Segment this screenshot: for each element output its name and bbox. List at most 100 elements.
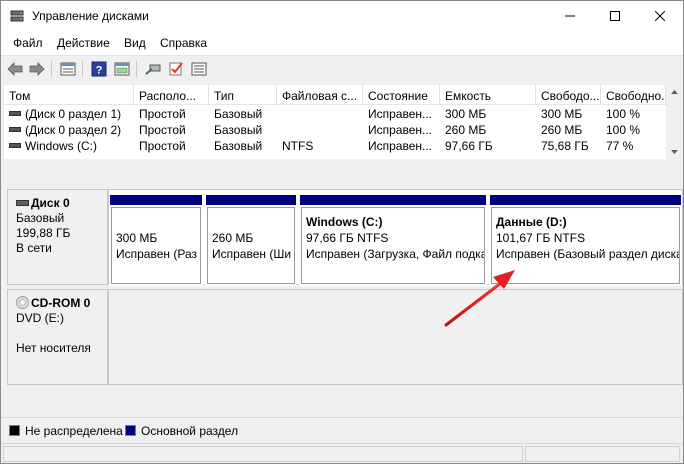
volume-row[interactable]: (Диск 0 раздел 1) Простой Базовый Исправ… [4,106,666,122]
toolbar-separator [82,61,83,77]
close-icon [655,11,665,21]
volume-free-cell: 260 МБ [541,123,583,137]
legend-primary-swatch [125,425,136,436]
connect-button[interactable] [144,60,162,78]
column-header-type[interactable]: Тип [209,85,277,105]
disk-graphical-view: Диск 0 Базовый 199,88 ГБ В сети 300 МБ И… [4,185,683,413]
volume-status-cell: Исправен... [368,139,433,153]
partition-name [212,214,294,230]
partition-size: 101,67 ГБ NTFS [496,231,586,245]
cdrom-0-status: Нет носителя [16,341,91,355]
toolbar-separator [51,61,52,77]
volume-status-cell: Исправен... [368,107,433,121]
back-arrow-icon [7,62,23,76]
status-bar [1,443,683,463]
status-cell [525,446,680,462]
check-button[interactable] [167,60,185,78]
column-header-volume[interactable]: Том [4,85,134,105]
forward-button[interactable] [28,60,46,78]
volume-filesystem-cell [277,106,363,122]
help-button[interactable]: ? [90,60,108,78]
disk-list-icon [60,62,76,76]
disk-0-partitions: 300 МБ Исправен (Раз 260 МБ Исправен (Ши… [108,189,683,286]
disk-0-type: Базовый [16,211,65,225]
column-header-free-space[interactable]: Свободо... [536,85,601,105]
cdrom-0-drive: DVD (E:) [16,311,64,325]
menu-help[interactable]: Справка [160,36,207,50]
partition-data-d[interactable]: Данные (D:) 101,67 ГБ NTFS Исправен (Баз… [489,194,682,286]
volume-icon [9,111,21,117]
partition-size: 300 МБ [116,231,158,245]
check-icon [169,62,183,76]
disk-0-size: 199,88 ГБ [16,226,71,240]
menu-view[interactable]: Вид [124,36,146,50]
partition-windows-c[interactable]: Windows (C:) 97,66 ГБ NTFS Исправен (Заг… [299,194,487,286]
disk-0-label[interactable]: Диск 0 Базовый 199,88 ГБ В сети [7,189,108,285]
settings-list-button[interactable] [190,60,208,78]
partition-1[interactable]: 300 МБ Исправен (Раз [109,194,203,286]
menu-action[interactable]: Действие [57,36,110,50]
connect-icon [145,64,161,75]
column-header-status[interactable]: Состояние [363,85,440,105]
partition-2[interactable]: 260 МБ Исправен (Ши [205,194,297,286]
volume-name-cell: Windows (C:) [4,138,134,154]
volume-type-cell: Базовый [214,123,263,137]
volume-name-cell: (Диск 0 раздел 2) [4,122,134,138]
volume-free-cell: 75,68 ГБ [541,139,589,153]
volume-status-cell: Исправен... [368,123,433,137]
cd-rom-icon [16,296,29,310]
partition-state: Исправен (Ши [212,247,292,261]
partition-bar [489,194,682,206]
disk-0-name: Диск 0 [31,196,70,210]
forward-arrow-icon [29,62,45,76]
volume-layout-cell: Простой [139,139,186,153]
legend: Не распределена Основной раздел [1,417,683,443]
partition-bar [205,194,297,206]
help-icon: ? [91,61,107,77]
volume-free-cell: 300 МБ [541,107,583,121]
close-button[interactable] [637,1,683,31]
volume-list-scrollbar[interactable] [666,85,683,159]
maximize-icon [610,11,620,21]
cdrom-0-name: CD-ROM 0 [31,296,91,310]
settings-list-icon [191,62,207,76]
partition-size: 260 МБ [212,231,254,245]
toolbar-separator [136,61,137,77]
volume-type-cell: Базовый [214,107,263,121]
volume-capacity-cell: 260 МБ [445,123,487,137]
minimize-button[interactable] [547,1,593,31]
column-header-layout[interactable]: Располо... [134,85,209,105]
volume-layout-cell: Простой [139,123,186,137]
pane-splitter[interactable] [1,161,683,183]
disk-list-button[interactable] [59,60,77,78]
back-button[interactable] [6,60,24,78]
menu-file[interactable]: Файл [13,36,43,50]
volume-row[interactable]: (Диск 0 раздел 2) Простой Базовый Исправ… [4,122,666,138]
partition-details: 260 МБ Исправен (Ши [207,207,295,284]
partition-state: Исправен (Раз [116,247,197,261]
cdrom-0-area[interactable] [108,289,683,385]
minimize-icon [565,15,575,17]
hard-disk-icon [16,199,29,206]
column-header-free-percent[interactable]: Свободно... [601,85,666,105]
title-bar[interactable]: Управление дисками [1,1,683,31]
volume-filesystem-cell: NTFS [282,139,314,153]
partition-details: Данные (D:) 101,67 ГБ NTFS Исправен (Баз… [491,207,680,284]
partition-state: Исправен (Базовый раздел диска [496,247,680,261]
partition-name: Windows (C:) [306,215,383,229]
window-title: Управление дисками [32,9,149,23]
column-header-filesystem[interactable]: Файловая с... [277,85,363,105]
menu-bar: Файл Действие Вид Справка [1,31,683,55]
volume-list[interactable]: Том Располо... Тип Файловая с... Состоян… [4,85,666,159]
partition-name [116,214,200,230]
volume-row[interactable]: Windows (C:) Простой Базовый NTFS Исправ… [4,138,666,154]
column-header-capacity[interactable]: Емкость [440,85,536,105]
cdrom-0-label[interactable]: CD-ROM 0 DVD (E:) Нет носителя [7,289,108,385]
volume-free-percent-cell: 100 % [606,123,641,137]
toolbar: ? [1,55,683,81]
maximize-button[interactable] [592,1,638,31]
properties-button[interactable] [113,60,131,78]
properties-icon [114,62,130,76]
disk-management-window: Управление дисками Файл Действие Вид Спр… [0,0,684,464]
